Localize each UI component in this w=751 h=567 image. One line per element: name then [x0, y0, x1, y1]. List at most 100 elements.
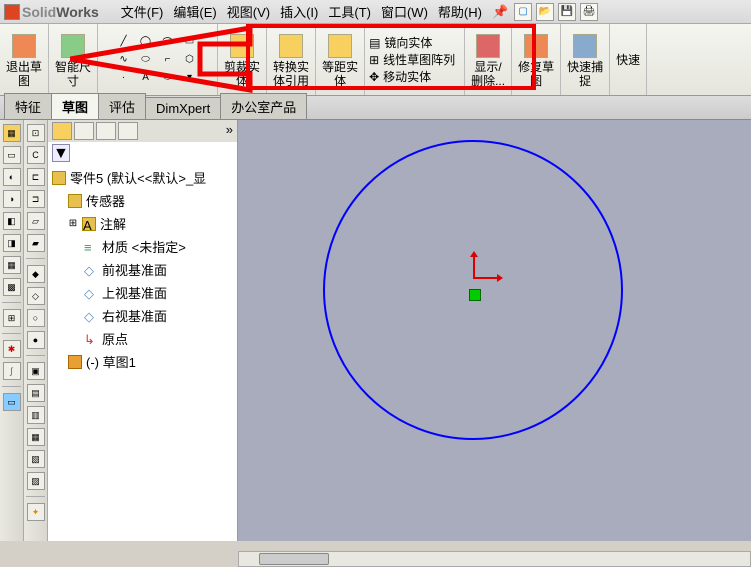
more-tool-icon[interactable]: ▾: [181, 70, 199, 86]
tree-item-material[interactable]: ≡ 材质 <未指定>: [48, 235, 237, 258]
fillet-tool-icon[interactable]: ⌐: [159, 52, 177, 68]
filter-icon[interactable]: ▼: [52, 144, 70, 162]
rect-tool-icon[interactable]: ▭: [181, 34, 199, 50]
tool-icon[interactable]: C: [27, 146, 45, 164]
quick-button[interactable]: 快速: [616, 53, 640, 67]
convert-button[interactable]: 转换实 体引用: [273, 32, 309, 88]
tree-item-top-plane[interactable]: ◇ 上视基准面: [48, 281, 237, 304]
tool-icon[interactable]: ∫: [3, 362, 21, 380]
app-name: SolidWorks: [22, 4, 99, 20]
mirror-button[interactable]: ▤镜向实体: [369, 34, 432, 51]
tab-sketch[interactable]: 草图: [51, 93, 99, 119]
tool-icon[interactable]: ⊐: [27, 190, 45, 208]
tree-item-origin[interactable]: ↳ 原点: [48, 327, 237, 350]
convert-icon: [279, 34, 303, 58]
open-icon[interactable]: 📂: [536, 3, 554, 21]
tree-root[interactable]: 零件5 (默认<<默认>_显: [48, 166, 237, 189]
tree-item-front-plane[interactable]: ◇ 前视基准面: [48, 258, 237, 281]
horizontal-scrollbar[interactable]: [238, 551, 751, 567]
tab-office[interactable]: 办公室产品: [220, 93, 307, 119]
tool-icon[interactable]: ▨: [27, 472, 45, 490]
tool-icon[interactable]: ▩: [3, 278, 21, 296]
tool-icon[interactable]: ◨: [3, 234, 21, 252]
tool-icon[interactable]: ◑: [3, 190, 21, 208]
spline-tool-icon[interactable]: ∿: [115, 52, 133, 68]
tree-tab-icon[interactable]: [52, 122, 72, 140]
point-tool-icon[interactable]: ·: [115, 70, 133, 86]
origin-icon: ↳: [84, 332, 98, 346]
tab-evaluate[interactable]: 评估: [98, 93, 146, 119]
repair-button[interactable]: 修复草 图: [518, 32, 554, 88]
tab-features[interactable]: 特征: [4, 93, 52, 119]
menu-tools[interactable]: 工具(T): [324, 0, 375, 23]
menu-file[interactable]: 文件(F): [117, 0, 168, 23]
tool-icon[interactable]: ▥: [27, 406, 45, 424]
smart-dimension-button[interactable]: 智能尺 寸: [55, 32, 91, 88]
poly-tool-icon[interactable]: ⬡: [181, 52, 199, 68]
tool-icon[interactable]: ●: [27, 331, 45, 349]
tool-icon[interactable]: ▭: [3, 393, 21, 411]
print-icon[interactable]: 🖨: [580, 3, 598, 21]
tool-icon[interactable]: ⊏: [27, 168, 45, 186]
tool-icon[interactable]: ⊡: [27, 124, 45, 142]
graphics-viewport[interactable]: [238, 120, 751, 541]
tool-icon[interactable]: ▦: [27, 428, 45, 446]
tool-icon[interactable]: ✱: [3, 340, 21, 358]
tool-icon[interactable]: ▱: [27, 212, 45, 230]
ellipse-tool-icon[interactable]: ⬭: [137, 52, 155, 68]
x-axis-icon: [475, 277, 501, 279]
tool-icon[interactable]: ○: [27, 309, 45, 327]
quick-snap-button[interactable]: 快速捕 捉: [567, 32, 603, 88]
tree-item-annotations[interactable]: ⊞ A 注解: [48, 212, 237, 235]
tool-icon[interactable]: ◐: [3, 168, 21, 186]
menu-window[interactable]: 窗口(W): [377, 0, 432, 23]
tool-icon[interactable]: ✦: [27, 503, 45, 521]
menu-help[interactable]: 帮助(H): [434, 0, 486, 23]
menu-insert[interactable]: 插入(I): [276, 0, 322, 23]
tree-tab-icon[interactable]: [96, 122, 116, 140]
menu-pin-icon[interactable]: 📌: [488, 2, 512, 22]
tool-icon[interactable]: ▭: [3, 146, 21, 164]
exit-sketch-button[interactable]: 退出草 图: [6, 32, 42, 88]
tree-item-sensors[interactable]: 传感器: [48, 189, 237, 212]
tool-icon[interactable]: ⊞: [3, 309, 21, 327]
move-button[interactable]: ✥移动实体: [369, 68, 431, 85]
save-icon[interactable]: 💾: [558, 3, 576, 21]
tool-icon[interactable]: ▰: [27, 234, 45, 252]
scrollbar-thumb[interactable]: [259, 553, 329, 565]
offset-button[interactable]: 等距实 体: [322, 32, 358, 88]
circle-tool-icon[interactable]: ◯: [137, 34, 155, 50]
tool-icon[interactable]: ▣: [27, 362, 45, 380]
show-delete-button[interactable]: 显示/ 删除...: [471, 32, 505, 88]
menu-view[interactable]: 视图(V): [223, 0, 274, 23]
tool-icon[interactable]: ▦: [3, 124, 21, 142]
tree-item-sketch1[interactable]: (-) 草图1: [48, 350, 237, 373]
pattern-button[interactable]: ⊞线性草图阵列: [369, 51, 455, 68]
expand-icon[interactable]: ⊞: [68, 218, 78, 229]
sketch-icon: [68, 355, 82, 369]
tree-item-right-plane[interactable]: ◇ 右视基准面: [48, 304, 237, 327]
tool-icon[interactable]: ◆: [27, 265, 45, 283]
tool-icon[interactable]: ▧: [27, 450, 45, 468]
tab-dimxpert[interactable]: DimXpert: [145, 97, 221, 119]
part-icon: [52, 171, 66, 185]
tree-collapse-icon[interactable]: »: [226, 122, 233, 140]
arc-tool-icon[interactable]: ⌒: [159, 34, 177, 50]
trim-icon: [230, 34, 254, 58]
new-icon[interactable]: ▢: [514, 3, 532, 21]
tool-icon[interactable]: ◇: [27, 287, 45, 305]
slot-tool-icon[interactable]: ⬭: [159, 70, 177, 86]
tool-icon[interactable]: ▤: [27, 384, 45, 402]
mirror-icon: ▤: [369, 36, 380, 50]
trim-button[interactable]: 剪裁实 体: [224, 32, 260, 88]
exit-sketch-icon: [12, 34, 36, 58]
line-tool-icon[interactable]: ╱: [115, 34, 133, 50]
tree-tab-icon[interactable]: [74, 122, 94, 140]
tree-tab-icon[interactable]: [118, 122, 138, 140]
pattern-icon: ⊞: [369, 53, 379, 67]
tool-icon[interactable]: ▦: [3, 256, 21, 274]
menu-edit[interactable]: 编辑(E): [169, 0, 220, 23]
text-tool-icon[interactable]: A: [137, 70, 155, 86]
command-tabs: 特征 草图 评估 DimXpert 办公室产品: [0, 96, 751, 120]
tool-icon[interactable]: ◧: [3, 212, 21, 230]
